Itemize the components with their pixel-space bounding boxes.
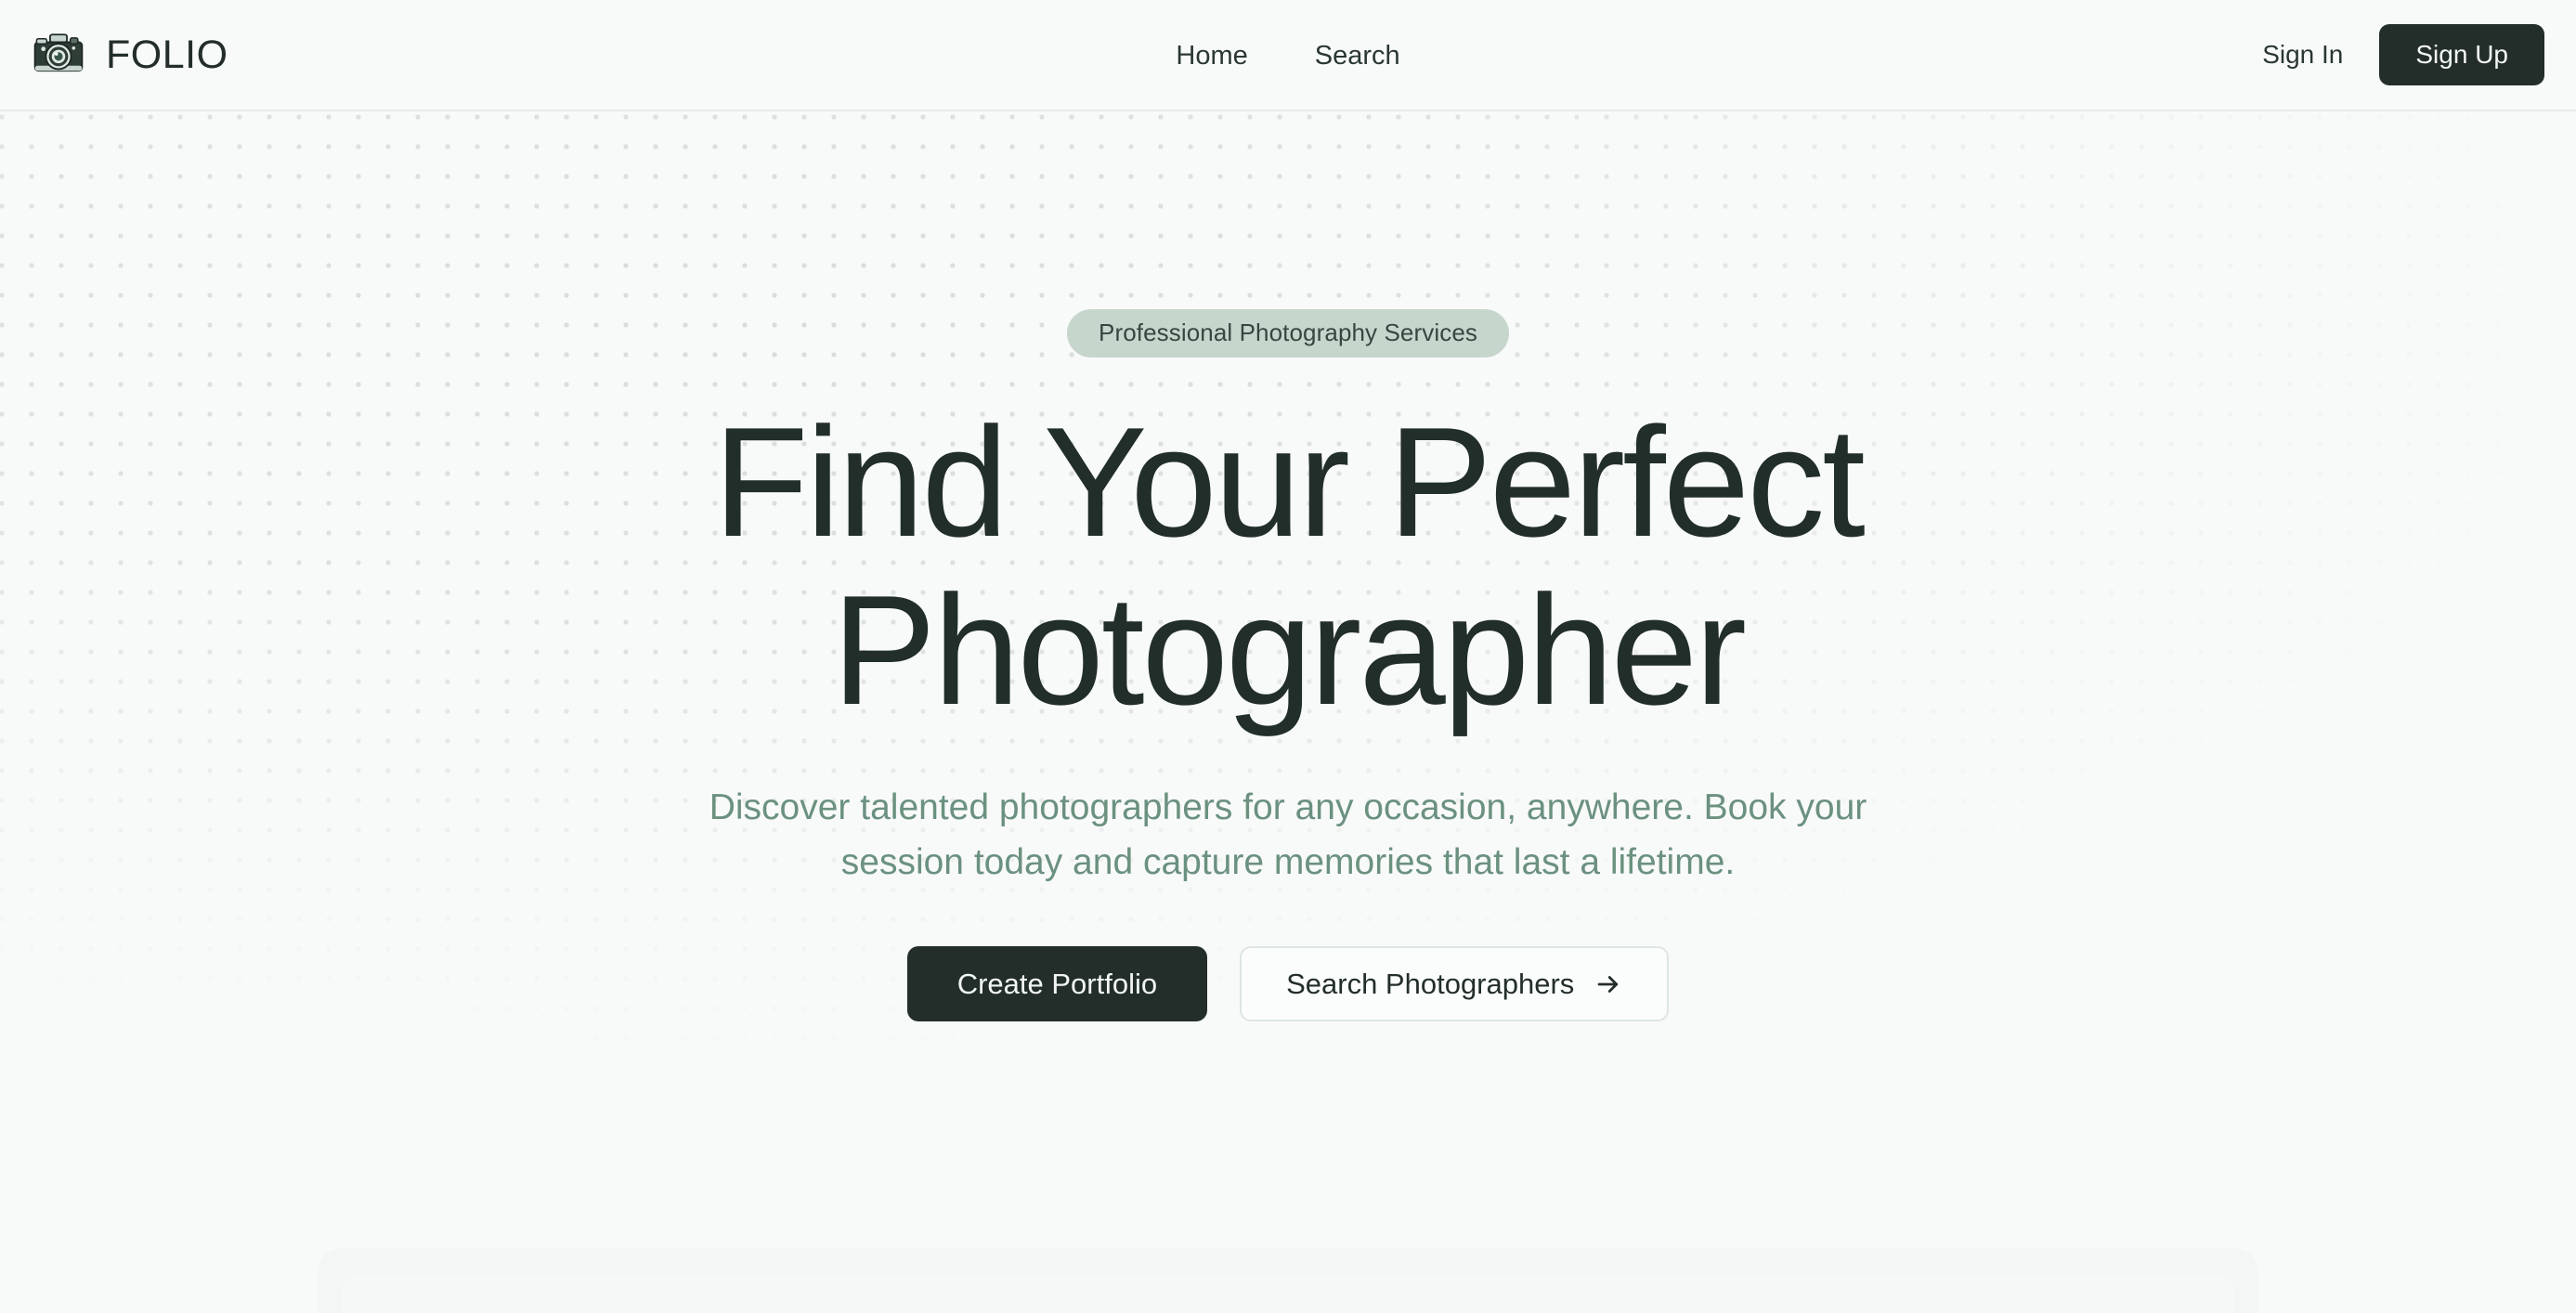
sign-up-button[interactable]: Sign Up <box>2379 24 2544 85</box>
hero-cta-row: Create Portfolio Search Photographers <box>906 946 1670 1022</box>
arrow-right-icon <box>1597 976 1619 993</box>
sign-in-link[interactable]: Sign In <box>2258 34 2347 75</box>
brand-name: FOLIO <box>106 32 228 77</box>
header-actions: Sign In Sign Up <box>2258 24 2544 85</box>
create-portfolio-button[interactable]: Create Portfolio <box>906 946 1208 1022</box>
main-nav: Home Search <box>1176 0 1399 111</box>
brand-logo[interactable]: FOLIO <box>32 28 228 82</box>
search-photographers-button[interactable]: Search Photographers <box>1240 946 1670 1022</box>
hero-title: Find Your Perfect Photographer <box>713 395 1866 738</box>
next-section-peek <box>318 1248 2258 1313</box>
hero-section: Professional Photography Services Find Y… <box>0 111 2576 1313</box>
camera-icon <box>33 33 84 72</box>
site-header: FOLIO Home Search Sign In Sign Up <box>0 0 2576 111</box>
hero-title-line-1: Find Your Perfect <box>713 395 1866 569</box>
hero-content: Professional Photography Services Find Y… <box>0 111 2576 1022</box>
search-photographers-label: Search Photographers <box>1286 968 1575 1001</box>
page-root: FOLIO Home Search Sign In Sign Up Profes… <box>0 0 2576 1313</box>
nav-item-home[interactable]: Home <box>1176 42 1247 70</box>
hero-subtitle: Discover talented photographers for any … <box>709 786 1867 883</box>
hero-title-line-2: Photographer <box>831 563 1747 738</box>
nav-item-search[interactable]: Search <box>1315 42 1400 70</box>
hero-badge: Professional Photography Services <box>1067 309 1509 358</box>
